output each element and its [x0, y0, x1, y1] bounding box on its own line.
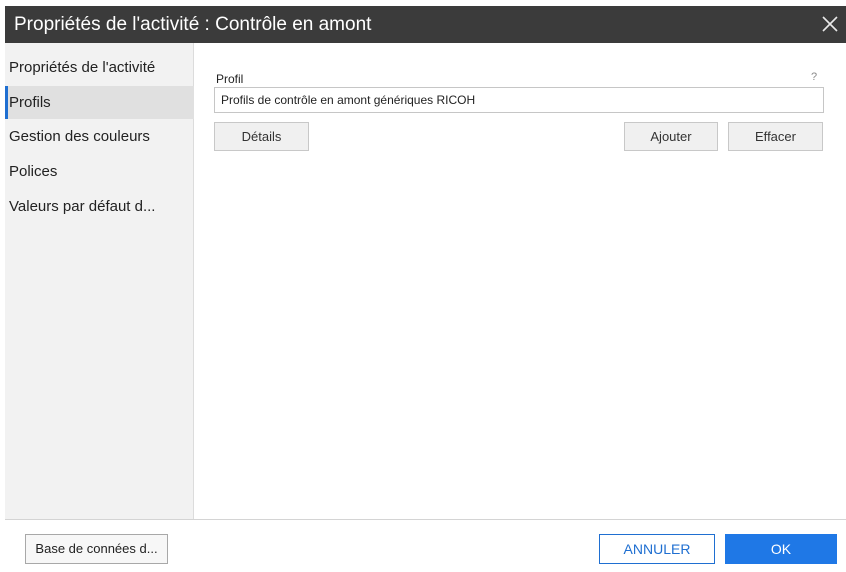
ok-button[interactable]: OK: [725, 534, 837, 564]
clear-button[interactable]: Effacer: [728, 122, 823, 151]
sidebar-item-fonts[interactable]: Polices: [5, 155, 194, 188]
sidebar-item-label: Profils: [9, 94, 51, 111]
sidebar: Propriétés de l'activité Profils Gestion…: [5, 43, 194, 519]
sidebar-item-profiles[interactable]: Profils: [5, 86, 194, 119]
close-icon: [822, 16, 838, 32]
profiles-panel: Profil ? Détails Ajouter Effacer: [194, 43, 846, 519]
sidebar-item-default-values[interactable]: Valeurs par défaut d...: [5, 190, 194, 223]
cancel-button[interactable]: ANNULER: [599, 534, 715, 564]
profile-field[interactable]: [214, 87, 824, 113]
activity-properties-dialog: Propriétés de l'activité : Contrôle en a…: [5, 6, 846, 572]
title-bar: Propriétés de l'activité : Contrôle en a…: [5, 6, 846, 43]
help-icon[interactable]: ?: [811, 71, 817, 83]
details-button[interactable]: Détails: [214, 122, 309, 151]
sidebar-item-label: Polices: [9, 163, 58, 180]
sidebar-item-label: Propriétés de l'activité: [9, 59, 156, 76]
sidebar-item-color-management[interactable]: Gestion des couleurs: [5, 120, 194, 153]
dialog-title: Propriétés de l'activité : Contrôle en a…: [14, 14, 372, 35]
database-button[interactable]: Base de connées d...: [25, 534, 168, 564]
close-button[interactable]: [818, 12, 842, 36]
profile-label: Profil: [216, 72, 244, 86]
sidebar-item-activity-properties[interactable]: Propriétés de l'activité: [5, 51, 194, 84]
dialog-footer: Base de connées d... ANNULER OK: [5, 519, 846, 572]
sidebar-item-label: Valeurs par défaut d...: [9, 198, 156, 215]
sidebar-item-label: Gestion des couleurs: [9, 128, 150, 145]
add-button[interactable]: Ajouter: [624, 122, 718, 151]
